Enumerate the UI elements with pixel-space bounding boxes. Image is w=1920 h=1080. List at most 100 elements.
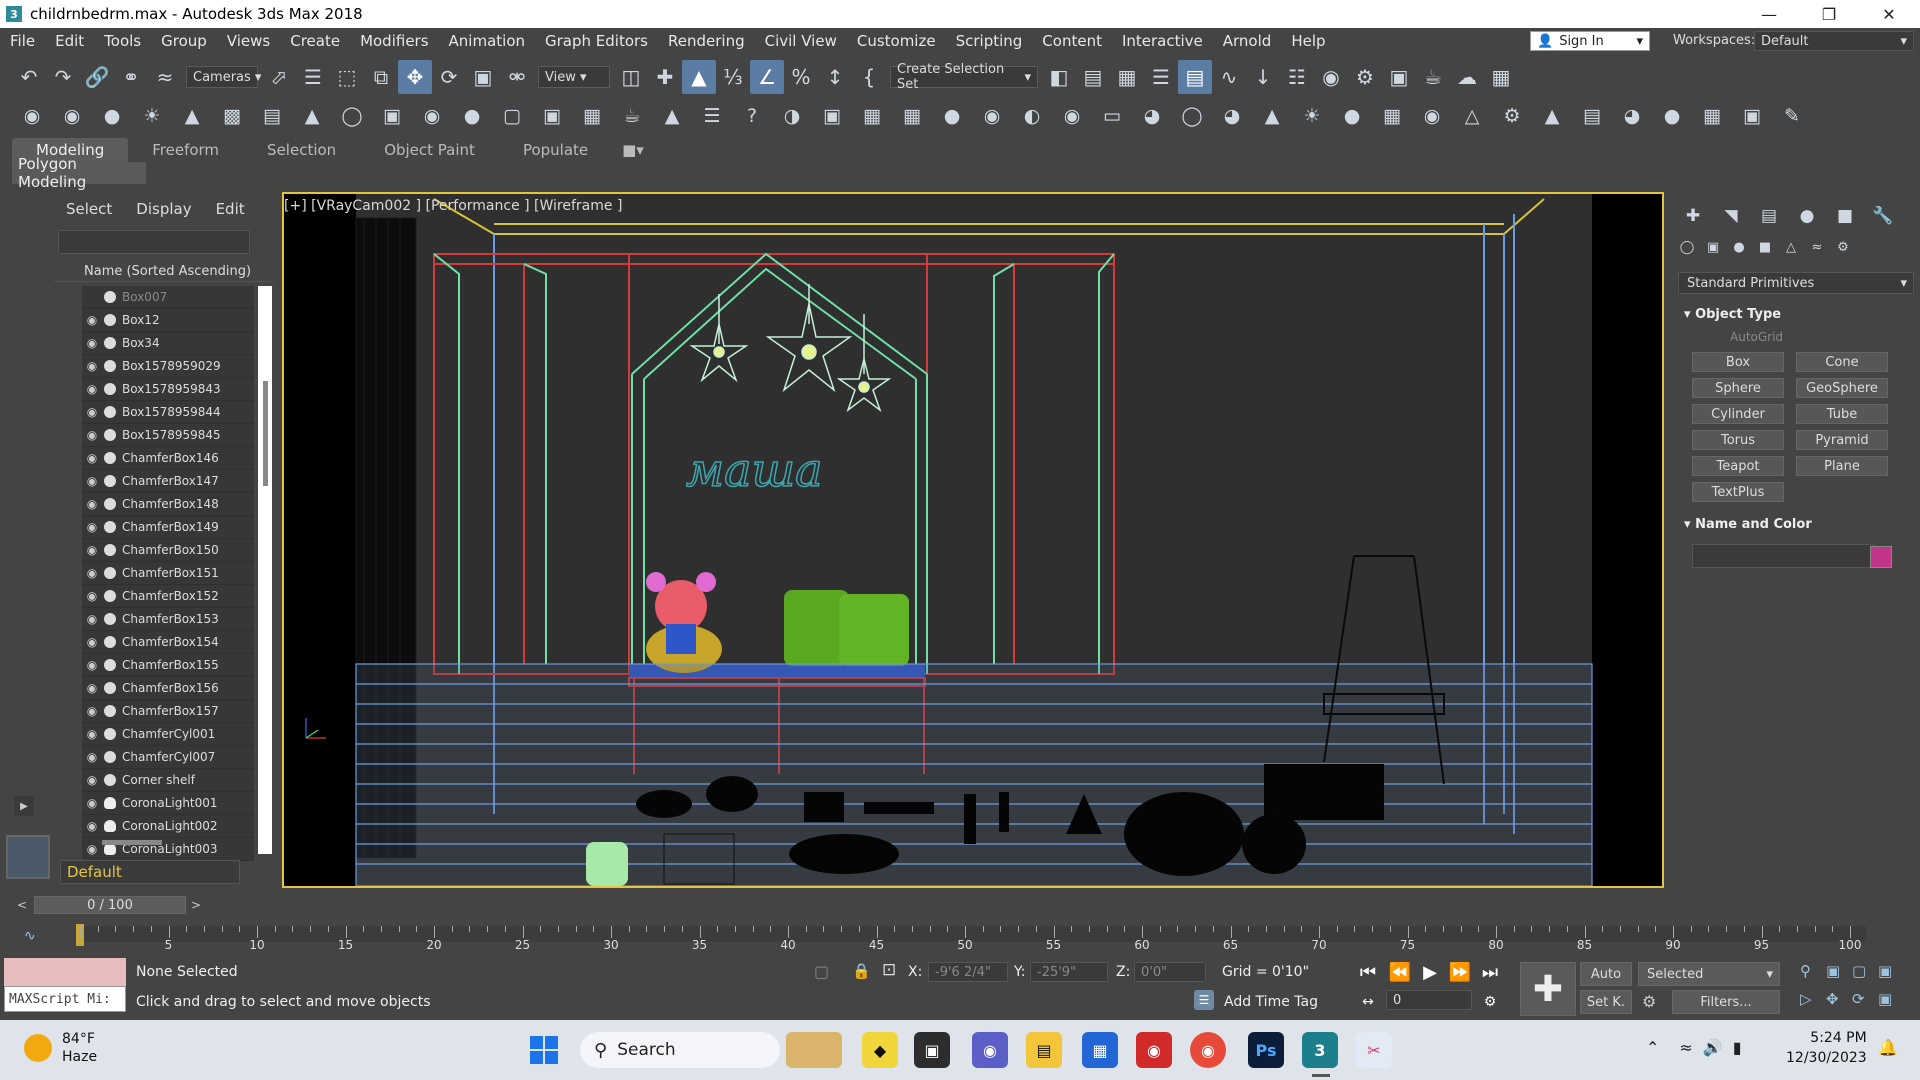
eye-icon[interactable]: ◉ [82,566,102,580]
list-item[interactable]: ◉ ChamferCyl001 [82,723,254,746]
menu-customize[interactable]: Customize [847,32,946,50]
menu-interactive[interactable]: Interactive [1112,32,1213,50]
explorer-column-header[interactable]: Name (Sorted Ascending) [54,262,274,282]
eye-icon[interactable]: ◉ [82,750,102,764]
zoom-icon[interactable]: ⚲ [1800,962,1811,980]
list-item[interactable]: ◉ ChamferBox156 [82,677,254,700]
key-mode-icon[interactable]: ↔ [1354,990,1382,1014]
list-item[interactable]: ◉ ChamferBox151 [82,562,254,585]
play-icon[interactable]: ▶ [1416,960,1444,984]
news-widget-icon[interactable] [786,1032,842,1068]
menu-group[interactable]: Group [151,32,217,50]
percent-snap-icon[interactable]: % [784,60,818,94]
pivot-center-icon[interactable]: ◫ [614,60,648,94]
list-item[interactable]: ◉ ChamferBox153 [82,608,254,631]
time-slider[interactable]: < 0 / 100 > [0,894,1920,916]
menu-tools[interactable]: Tools [94,32,151,50]
name-and-color-rollout[interactable]: ▾ Name and Color [1678,514,1914,534]
zoom-all-icon[interactable]: ▣ [1826,962,1840,980]
object-type-rollout[interactable]: ▾ Object Type [1678,304,1914,324]
eye-icon[interactable]: ◉ [82,727,102,741]
curve-editor-mini-icon[interactable]: ∿ [24,928,36,944]
sign-in-dropdown[interactable]: 👤 Sign In ▾ [1530,31,1650,51]
explorer-scroll-thumb[interactable] [263,381,268,486]
absolute-mode-icon[interactable]: ⊡ [882,960,896,980]
corona-cone-icon[interactable]: ▲ [1252,99,1292,133]
layer-dropdown[interactable]: Default [60,860,240,884]
corona-light-icon[interactable]: ● [932,99,972,133]
vray-dome-light-icon[interactable]: ● [452,99,492,133]
rotate-icon[interactable]: ⟳ [432,60,466,94]
vray-plane-icon[interactable]: ▲ [292,99,332,133]
modify-tab-icon[interactable]: ◥ [1712,204,1750,228]
mirror-icon[interactable]: ◧ [1042,60,1076,94]
layer-swatch[interactable] [6,835,50,879]
spacewarps-category-icon[interactable]: ≈ [1804,236,1830,258]
corona-plane-icon[interactable]: ▭ [1092,99,1132,133]
helpers-category-icon[interactable]: △ [1778,236,1804,258]
schematic-view-icon[interactable]: ☷ [1280,60,1314,94]
3ds-max-icon[interactable]: 3 [1302,1032,1338,1068]
current-frame-spinner[interactable]: 0 [1386,990,1472,1010]
zoom-extents-all-icon[interactable]: ▣ [1878,962,1892,980]
teapot-button[interactable]: Teapot [1692,456,1784,476]
render-in-cloud-icon[interactable]: ☁ [1450,60,1484,94]
list-icon[interactable]: ☰ [692,99,732,133]
window-crossing-icon[interactable]: ⧉ [364,60,398,94]
ribbon-options-icon[interactable]: ■▾ [612,138,654,162]
list-item[interactable]: ◉ Box1578959029 [82,355,254,378]
undo-icon[interactable]: ↶ [12,60,46,94]
corona-scatter-icon[interactable]: ◉ [1412,99,1452,133]
place-icon[interactable]: ⚮ [500,60,534,94]
list-item[interactable]: ◉ Box1578959844 [82,401,254,424]
corona-shell-icon[interactable]: ◕ [1612,99,1652,133]
dope-sheet-icon[interactable]: ↓ [1246,60,1280,94]
copilot-icon[interactable]: ◆ [862,1032,898,1068]
menu-create[interactable]: Create [280,32,350,50]
eye-icon[interactable]: ◉ [82,497,102,511]
sphere-icon[interactable]: ● [1652,99,1692,133]
eye-icon[interactable]: ◉ [82,589,102,603]
maximize-viewport-icon[interactable]: ▣ [1878,990,1892,1008]
tools-icon[interactable]: ✎ [1772,99,1812,133]
select-manipulate-icon[interactable]: ✚ [648,60,682,94]
time-slider-frame[interactable]: 0 / 100 [34,896,186,914]
geosphere-button[interactable]: GeoSphere [1796,378,1888,398]
menu-modifiers[interactable]: Modifiers [350,32,438,50]
light-bulb-icon[interactable]: ● [92,99,132,133]
link-icon[interactable]: 🔗 [80,60,114,94]
geometry-category-icon[interactable]: ◯ [1674,236,1700,258]
isolate-selection-icon[interactable]: ▢ [814,962,829,981]
list-item[interactable]: ◉ Box1578959845 [82,424,254,447]
next-frame-icon[interactable]: ⏩ [1446,960,1474,984]
teams-chat-icon[interactable]: ◉ [972,1032,1008,1068]
corona-grass-icon[interactable]: ▲ [1532,99,1572,133]
systems-category-icon[interactable]: ⚙ [1830,236,1856,258]
eye-icon[interactable]: ◉ [82,543,102,557]
vray-sphere-icon[interactable]: ◯ [332,99,372,133]
windows-start-icon[interactable] [530,1036,558,1064]
scene-explorer-icon[interactable]: ▦ [1110,60,1144,94]
toggle-ribbon-icon[interactable]: ▤ [1178,60,1212,94]
material-slot-icon[interactable]: ▦ [1692,99,1732,133]
menu-graph-editors[interactable]: Graph Editors [535,32,658,50]
list-item[interactable]: ◉ ChamferBox152 [82,585,254,608]
tree-icon[interactable]: ▲ [172,99,212,133]
eye-icon[interactable]: ◉ [82,474,102,488]
notification-bell-icon[interactable]: 🔔 [1878,1038,1898,1057]
weather-widget[interactable]: 84°F Haze [24,1030,97,1066]
list-item[interactable]: ◉ ChamferBox154 [82,631,254,654]
align-icon[interactable]: ▤ [1076,60,1110,94]
x-coordinate-input[interactable]: -9'6 2/4" [928,962,1008,982]
menu-animation[interactable]: Animation [439,32,535,50]
task-view-icon[interactable]: ▣ [914,1032,950,1068]
redo-icon[interactable]: ↷ [46,60,80,94]
box-object-icon[interactable]: ▣ [1732,99,1772,133]
list-item[interactable]: ◉ ChamferBox155 [82,654,254,677]
menu-content[interactable]: Content [1032,32,1112,50]
teapot-icon[interactable]: ☕ [612,99,652,133]
field-of-view-icon[interactable]: ▷ [1800,990,1812,1008]
corona-vfb-icon[interactable]: ▣ [812,99,852,133]
menu-help[interactable]: Help [1281,32,1335,50]
spinner-snap-icon[interactable]: ↕ [818,60,852,94]
